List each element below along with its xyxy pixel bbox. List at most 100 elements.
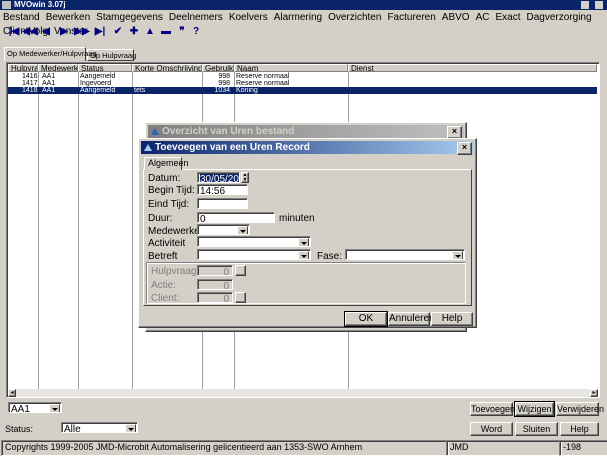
duur-unit: minuten bbox=[279, 213, 315, 224]
tab-algemeen[interactable]: Algemeen bbox=[144, 157, 189, 170]
column-header-korte-omschrijving[interactable]: Korte Omschrijving bbox=[132, 64, 202, 72]
column-header-medewerker[interactable]: Medewerker bbox=[38, 64, 78, 72]
word-button[interactable]: Word bbox=[470, 422, 513, 436]
activiteit-select[interactable] bbox=[197, 236, 311, 247]
duur-input[interactable]: 0 bbox=[197, 212, 275, 223]
last-record-icon[interactable]: ▶| bbox=[92, 25, 108, 39]
fase-select[interactable] bbox=[345, 249, 465, 260]
verwijderen-button[interactable]: Verwijderen bbox=[556, 402, 604, 416]
close-icon[interactable] bbox=[595, 1, 603, 9]
app-titlebar: MVOwin 3.07j bbox=[0, 0, 607, 10]
menu-item-ac[interactable]: AC bbox=[473, 11, 493, 25]
toevoegen-label: Toevoegen bbox=[471, 404, 516, 414]
column-header-naam[interactable]: Naam bbox=[234, 64, 348, 72]
code-text: -198 bbox=[563, 442, 582, 452]
chevron-down-icon[interactable] bbox=[452, 251, 463, 259]
column-header-status[interactable]: Status bbox=[78, 64, 132, 72]
menu-item-deelnemers[interactable]: Deelnemers bbox=[166, 11, 226, 25]
column-header-hulpvraag[interactable]: Hulpvraag bbox=[8, 64, 38, 72]
betreft-select[interactable] bbox=[197, 249, 311, 260]
horizontal-scrollbar[interactable]: ◂ ▸ bbox=[8, 389, 598, 397]
datum-value: 30/05/2005 bbox=[200, 174, 239, 182]
status-value: Alle bbox=[64, 424, 81, 433]
menu-item-exact[interactable]: Exact bbox=[493, 11, 524, 25]
next-record-icon[interactable]: ▶ bbox=[56, 25, 72, 39]
help-icon[interactable]: ? bbox=[188, 25, 204, 39]
scroll-left-icon[interactable]: ◂ bbox=[8, 389, 16, 397]
dialog-help-button[interactable]: Help bbox=[431, 312, 473, 326]
word-label: Word bbox=[480, 424, 503, 434]
cell-naam: Koning bbox=[236, 87, 258, 94]
first-record-icon[interactable]: |◀ bbox=[6, 25, 22, 39]
datum-input[interactable]: 30/05/2005 bbox=[197, 172, 240, 183]
menu-item-bestand[interactable]: Bestand bbox=[0, 11, 43, 25]
menu-item-overzichten[interactable]: Overzichten bbox=[325, 11, 384, 25]
copyright-text: Copyrights 1999-2005 JMD-Microbit Automa… bbox=[5, 442, 363, 452]
medewerker-filter-select[interactable]: AA1 bbox=[8, 402, 62, 413]
wijzigen-button[interactable]: Wijzigen bbox=[514, 401, 555, 417]
help-label: Help bbox=[441, 313, 463, 324]
cell-medewerker: AA1 bbox=[42, 80, 56, 87]
begin-tijd-input[interactable]: 14:56 bbox=[197, 184, 248, 195]
minimize-icon[interactable] bbox=[581, 1, 589, 9]
fast-forward-icon[interactable]: ▶▶ bbox=[74, 25, 90, 39]
table-row[interactable]: 1416 AA1 Aangemeld 998 Reserve normaal bbox=[8, 73, 597, 80]
menu-item-stamgegevens[interactable]: Stamgegevens bbox=[93, 11, 166, 25]
user-text: JMD bbox=[450, 442, 469, 452]
cell-gebruiker: 1034 bbox=[214, 87, 230, 94]
cell-naam: Reserve normaal bbox=[236, 80, 290, 87]
status-select[interactable]: Alle bbox=[61, 422, 138, 433]
close-icon[interactable]: × bbox=[457, 142, 472, 155]
check-icon[interactable]: ✔ bbox=[110, 25, 126, 39]
dialog-titlebar: Toevoegen van een Uren Record × bbox=[141, 141, 474, 155]
medewerker-select[interactable] bbox=[197, 224, 250, 235]
chevron-down-icon[interactable] bbox=[298, 238, 309, 246]
menu-item-koelvers[interactable]: Koelvers bbox=[226, 11, 271, 25]
dialog-icon bbox=[144, 144, 152, 151]
menu-item-alarmering[interactable]: Alarmering bbox=[271, 11, 325, 25]
add-icon[interactable]: ✚ bbox=[126, 25, 142, 39]
datum-spinner[interactable]: ▲ ▼ bbox=[241, 172, 249, 183]
tab-label: Op Hulpvraag bbox=[90, 51, 137, 60]
menu-item-bewerken[interactable]: Bewerken bbox=[43, 11, 93, 25]
column-header-dienst[interactable]: Dienst bbox=[348, 64, 597, 72]
cell-status: Aangemeld bbox=[80, 73, 116, 80]
cell-status: Ingevoerd bbox=[80, 80, 112, 87]
chevron-down-icon[interactable] bbox=[49, 404, 60, 412]
cell-naam: Reserve normaal bbox=[236, 73, 290, 80]
activiteit-label: Activiteit bbox=[148, 238, 186, 249]
column-header-gebruiker[interactable]: Gebruiker bbox=[202, 64, 234, 72]
sluiten-button[interactable]: Sluiten bbox=[515, 422, 558, 436]
fast-back-icon[interactable]: ◀◀ bbox=[22, 25, 38, 39]
begin-tijd-label: Begin Tijd: bbox=[148, 185, 195, 196]
chevron-down-icon[interactable] bbox=[298, 251, 309, 259]
tab-op-medewerker-hulpvraag[interactable]: Op Medewerker/Hulpvraag bbox=[4, 47, 97, 61]
duur-label: Duur: bbox=[148, 213, 173, 224]
cell-hulpvraag: 1416 bbox=[22, 73, 38, 80]
menu-item-abvo[interactable]: ABVO bbox=[439, 11, 473, 25]
table-row[interactable]: 1418 AA1 Aangemeld tets 1034 Koning bbox=[8, 87, 597, 94]
annuleren-label: Annuleren bbox=[389, 313, 435, 324]
delete-icon[interactable]: ▬ bbox=[158, 25, 174, 39]
duur-value: 0 bbox=[200, 214, 206, 223]
menu-item-dagverzorging[interactable]: Dagverzorging bbox=[524, 11, 595, 25]
menu-item-factureren[interactable]: Factureren bbox=[384, 11, 438, 25]
hulpvraag-value: 0 bbox=[223, 267, 229, 276]
eind-tijd-input[interactable] bbox=[197, 198, 248, 209]
overzicht-titlebar: Overzicht van Uren bestand × bbox=[148, 125, 464, 139]
table-row[interactable]: 1417 AA1 Ingevoerd 998 Reserve normaal bbox=[8, 80, 597, 87]
cell-omschrijving: tets bbox=[134, 87, 146, 94]
chevron-down-icon[interactable] bbox=[237, 226, 248, 234]
menu-bar: Bestand Bewerken Stamgegevens Deelnemers Koe… bbox=[0, 11, 607, 37]
verwijderen-label: Verwijderen bbox=[557, 404, 605, 414]
statusbar-copyright: Copyrights 1999-2005 JMD-Microbit Automa… bbox=[1, 440, 449, 456]
hulpvraag-lookup-button bbox=[235, 265, 246, 276]
annuleren-button[interactable]: Annuleren bbox=[388, 312, 435, 326]
prev-record-icon[interactable]: ◀ bbox=[38, 25, 54, 39]
scroll-right-icon[interactable]: ▸ bbox=[590, 389, 598, 397]
toevoegen-button[interactable]: Toevoegen bbox=[470, 402, 516, 416]
help-button[interactable]: Help bbox=[560, 422, 599, 436]
up-icon[interactable]: ▲ bbox=[142, 25, 158, 39]
chevron-down-icon[interactable] bbox=[125, 424, 136, 432]
ok-button[interactable]: OK bbox=[344, 311, 388, 327]
